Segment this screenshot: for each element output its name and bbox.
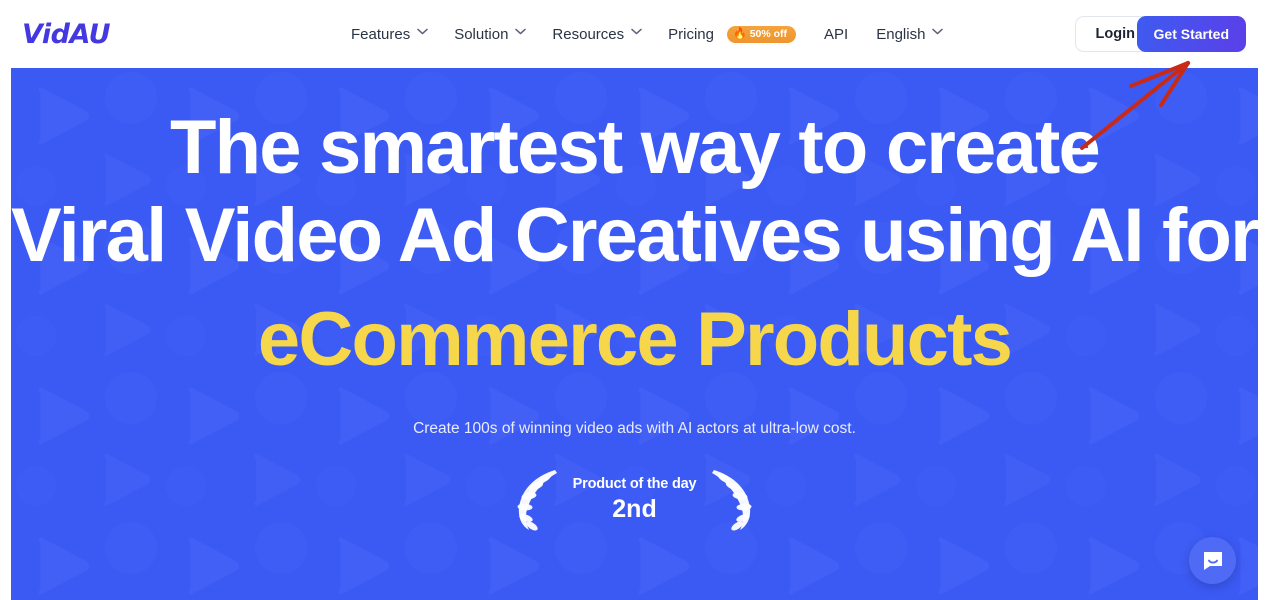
hero-headline-line-2: Viral Video Ad Creatives using AI for	[11, 193, 1258, 279]
chevron-down-icon	[515, 28, 527, 37]
chevron-down-icon	[417, 28, 428, 37]
nav-item-features[interactable]: Features	[337, 0, 440, 68]
award-title: Product of the day	[572, 476, 697, 493]
hero-headline-line-1: The smartest way to create	[170, 105, 1101, 190]
pricing-discount-label: 50% off	[749, 27, 788, 40]
laurel-right-icon	[712, 470, 752, 531]
nav-label-language: English	[876, 25, 926, 43]
nav-label-solution: Solution	[454, 25, 509, 43]
nav-item-resources[interactable]: Resources	[538, 0, 654, 68]
hero-content: The smartest way to create Viral Video A…	[11, 68, 1258, 600]
fire-icon: 🔥	[732, 27, 747, 40]
hero-subtitle: Create 100s of winning video ads with AI…	[413, 420, 856, 438]
nav-item-solution[interactable]: Solution	[440, 0, 538, 68]
main-navigation: Features Solution Resources Pricing 🔥 50…	[337, 0, 955, 68]
nav-item-pricing[interactable]: Pricing 🔥 50% off	[654, 0, 810, 68]
nav-label-features: Features	[351, 25, 411, 43]
brand-logo[interactable]: VidAU	[22, 19, 111, 50]
award-text: Product of the day 2nd	[573, 476, 697, 522]
chevron-down-icon	[631, 28, 642, 37]
hero-headline-highlight: eCommerce Products	[257, 297, 1013, 383]
chat-launcher-button[interactable]	[1189, 537, 1236, 584]
pricing-discount-badge: 🔥 50% off	[726, 25, 797, 43]
nav-item-api[interactable]: API	[810, 0, 862, 68]
nav-item-language[interactable]: English	[862, 0, 955, 68]
hero-section: The smartest way to create Viral Video A…	[11, 68, 1258, 600]
nav-label-pricing: Pricing	[668, 25, 714, 43]
award-rank: 2nd	[612, 494, 657, 523]
nav-label-api: API	[824, 25, 849, 43]
site-header: VidAU Features Solution Resources Pricin…	[0, 0, 1270, 68]
chevron-down-icon	[932, 28, 944, 37]
chat-bubble-icon	[1203, 551, 1222, 570]
get-started-button[interactable]: Get Started	[1136, 16, 1246, 52]
nav-label-resources: Resources	[552, 25, 625, 43]
page-root: VidAU Features Solution Resources Pricin…	[0, 0, 1270, 600]
laurel-left-icon	[517, 470, 557, 531]
product-hunt-award-badge: Product of the day 2nd	[511, 466, 759, 532]
